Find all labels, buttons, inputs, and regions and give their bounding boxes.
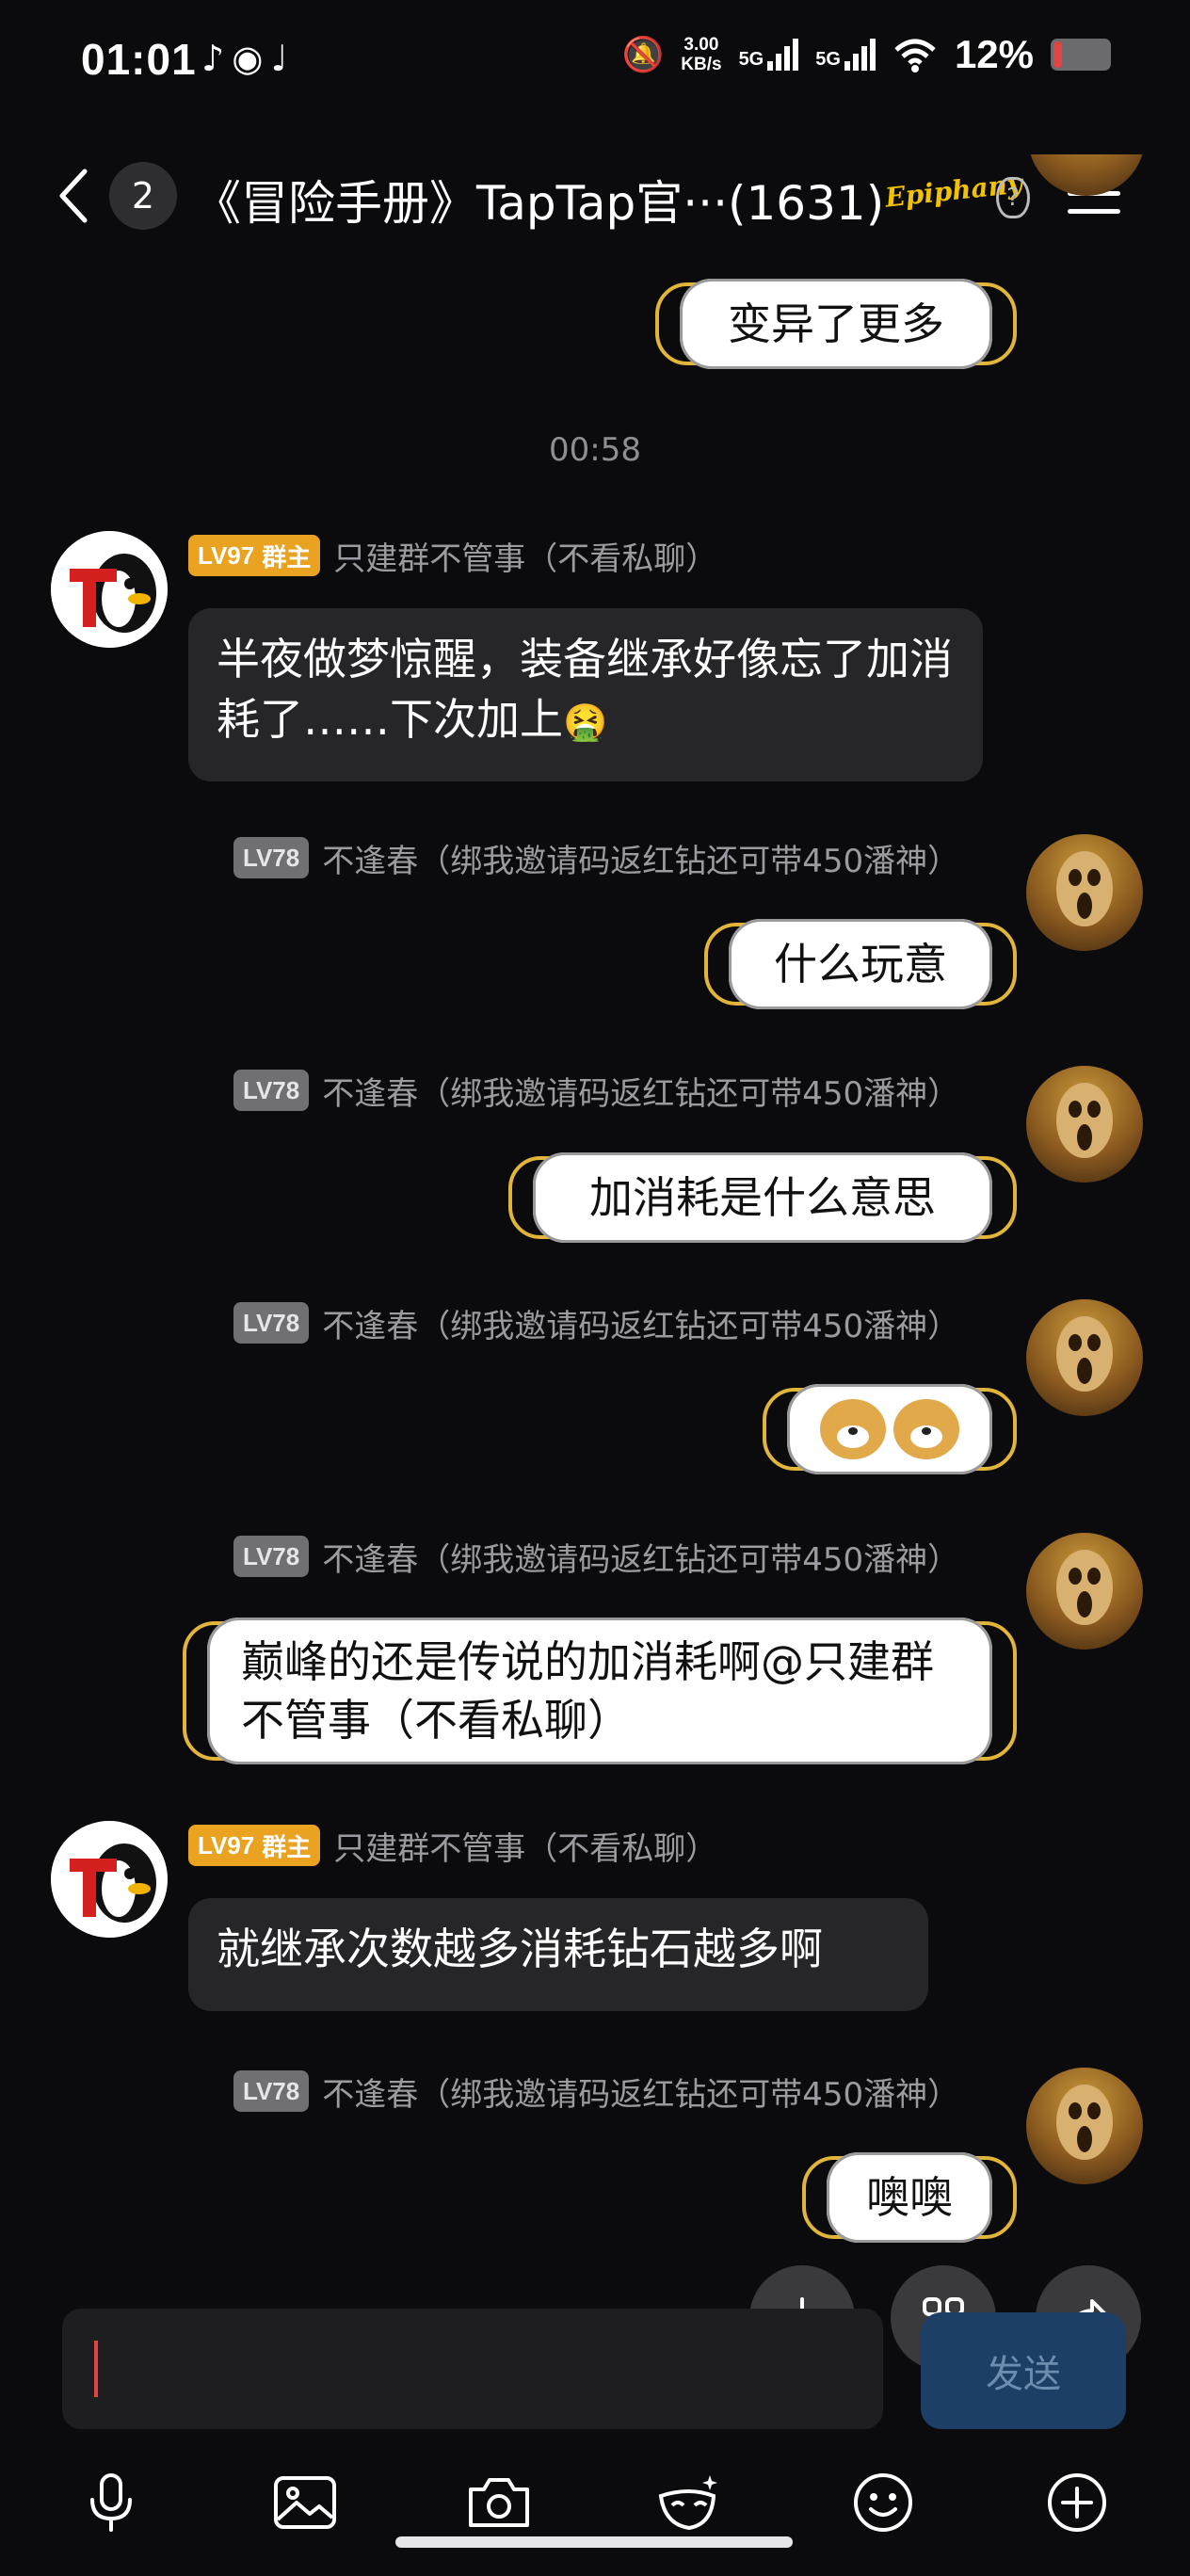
message-meta: LV78 不逢春（绑我邀请码返红钻还可带450潘神） [233,835,959,881]
message-bubble[interactable]: 就继承次数越多消耗钻石越多啊 [188,1898,928,2011]
avatar[interactable] [51,531,168,648]
scream-avatar-icon [1056,2085,1113,2160]
avatar[interactable] [51,1821,168,1938]
signal-bars-icon [844,39,876,71]
send-button[interactable]: 发送 [921,2312,1126,2429]
message-bubble[interactable]: 巅峰的还是传说的加消耗啊@只建群不管事（不看私聊） [183,1618,1017,1764]
message-bubble[interactable]: 半夜做梦惊醒，装备继承好像忘了加消耗了……下次加上🤮 [188,608,983,781]
status-indicators: 🔕 3.00 KB/s 5G 5G 12% [621,32,1111,77]
scream-avatar-icon [1056,1083,1113,1158]
unread-count-badge[interactable]: 2 [109,162,177,230]
text-cursor [94,2341,98,2397]
sticker-bubble[interactable] [763,1384,1017,1474]
crying-dog-sticker-icon [820,1399,886,1459]
sender-name[interactable]: 不逢春（绑我邀请码返红钻还可带450潘神） [322,1068,959,1114]
back-arrow-icon[interactable] [56,168,90,224]
avatar[interactable] [1026,2068,1143,2184]
message-bubble[interactable]: 噢噢 [802,2152,1017,2243]
message-meta: LV78 不逢春（绑我邀请码返红钻还可带450潘神） [233,1534,959,1580]
signal-bars-icon [767,39,799,71]
emoji-button[interactable] [849,2469,917,2536]
sender-name[interactable]: 不逢春（绑我邀请码返红钻还可带450潘神） [322,2069,959,2115]
netease-icon: ♪ [201,38,233,79]
sender-name[interactable]: 只建群不管事（不看私聊） [333,1823,717,1869]
avatar[interactable] [1026,834,1143,951]
image-icon [274,2476,336,2529]
message-bubble[interactable]: 什么玩意 [704,919,1017,1009]
message-meta: LV78 不逢春（绑我邀请码返红钻还可带450潘神） [233,1068,959,1114]
level-badge: LV78 [233,2070,310,2112]
signal-1: 5G [739,39,799,71]
level-badge: LV97 群主 [188,535,321,576]
level-badge: LV78 [233,1536,310,1577]
penguin-avatar-icon [51,531,168,648]
message-bubble[interactable]: 加消耗是什么意思 [508,1152,1017,1243]
network-speed: 3.00 KB/s [681,35,722,74]
wechat-icon: ◉ [232,38,271,79]
plus-circle-icon [1048,2473,1106,2532]
smiley-icon [854,2473,912,2532]
message-meta: LV97 群主 只建群不管事（不看私聊） [188,1823,717,1869]
home-indicator[interactable] [395,2536,793,2548]
message-input[interactable] [62,2309,883,2429]
more-button[interactable] [1043,2469,1111,2536]
battery-icon [1051,39,1111,71]
mask-sparkle-icon [658,2475,717,2531]
sender-name[interactable]: 只建群不管事（不看私聊） [333,533,717,579]
camera-icon [469,2478,529,2527]
help-icon[interactable]: ? [996,177,1030,218]
status-app-icons: ♪◉♩ [201,38,295,79]
message-meta: LV78 不逢春（绑我邀请码返红钻还可带450潘神） [233,1300,959,1346]
image-button[interactable] [271,2469,339,2536]
camera-button[interactable] [465,2469,533,2536]
level-badge: LV78 [233,1302,310,1344]
message-meta: LV97 群主 只建群不管事（不看私聊） [188,533,717,579]
status-bar: 01:01 ♪◉♩ 🔕 3.00 KB/s 5G 5G 12% [0,0,1190,122]
chat-title[interactable]: 《冒险手册》TapTap官···(1631) [194,166,884,233]
avatar[interactable] [1026,1533,1143,1650]
sender-name[interactable]: 不逢春（绑我邀请码返红钻还可带450潘神） [322,1534,959,1580]
tiktok-icon: ♩ [270,38,296,79]
level-badge: LV78 [233,1070,310,1111]
vomit-emoji: 🤮 [563,701,608,743]
message-meta: LV78 不逢春（绑我邀请码返红钻还可带450潘神） [233,2069,959,2115]
message-bubble[interactable]: 变异了更多 [655,279,1017,369]
magic-sticker-button[interactable] [655,2469,723,2536]
mute-bell-icon: 🔕 [621,35,665,73]
sender-name[interactable]: 不逢春（绑我邀请码返红钻还可带450潘神） [322,835,959,881]
battery-percent: 12% [954,32,1034,76]
level-badge: LV78 [233,837,310,878]
voice-button[interactable] [77,2469,145,2536]
level-badge: LV97 群主 [188,1825,321,1866]
scream-avatar-icon [1056,1550,1113,1625]
avatar[interactable] [1026,1066,1143,1183]
scream-avatar-icon [1056,851,1113,926]
scream-avatar-icon [1056,1316,1113,1392]
timestamp-separator: 00:58 [549,431,641,469]
avatar[interactable] [1026,1299,1143,1416]
wifi-icon [894,39,936,72]
crying-dog-sticker-icon [893,1399,959,1459]
penguin-avatar-icon [51,1821,168,1938]
status-time: 01:01 [81,35,197,84]
signal-2: 5G [815,39,876,71]
microphone-icon [90,2473,132,2532]
sender-name[interactable]: 不逢春（绑我邀请码返红钻还可带450潘神） [322,1300,959,1346]
